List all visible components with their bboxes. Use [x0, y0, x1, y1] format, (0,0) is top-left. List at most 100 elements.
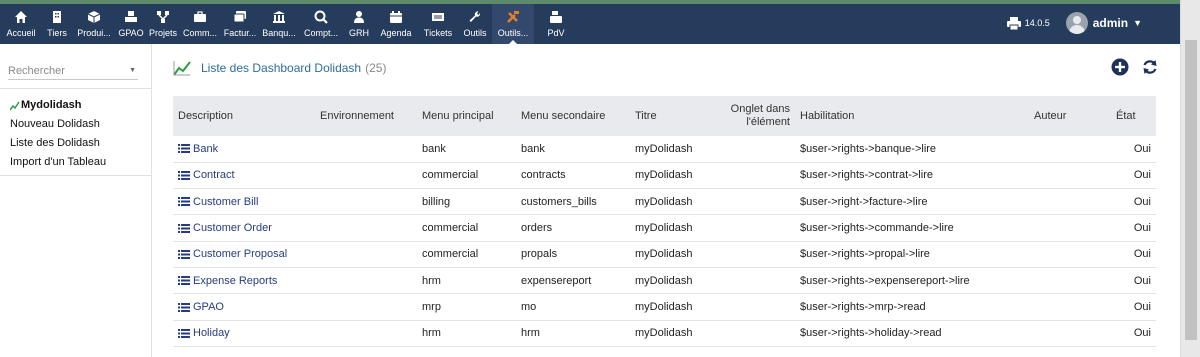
cell-environnement — [315, 294, 417, 320]
cell-auteur — [1029, 215, 1111, 241]
suitcase-icon — [194, 11, 206, 22]
menu-item-7[interactable]: Banqu... — [260, 4, 298, 44]
menu-item-5[interactable]: Comm... — [180, 4, 220, 44]
cell-habilitation: $user->rights->expensereport->lire — [800, 274, 970, 287]
list-icon — [178, 302, 190, 312]
table-row[interactable]: Customer Proposal commercial propals myDoli… — [173, 241, 1156, 268]
cell-onglet — [700, 241, 795, 267]
col-environnement[interactable]: Environnement — [315, 96, 417, 136]
cell-description[interactable]: Customer Proposal — [173, 241, 315, 267]
menu-item-9[interactable]: GRH — [344, 4, 374, 44]
cell-onglet — [700, 162, 795, 188]
cell-menu_principal: bank — [422, 142, 446, 155]
row-description-link[interactable]: Expense Reports — [193, 275, 277, 287]
chevron-down-icon[interactable]: ▼ — [1133, 18, 1142, 28]
menu-item-14[interactable]: PdV — [536, 4, 576, 44]
menu-item-3[interactable]: GPAO — [116, 4, 146, 44]
row-description-link[interactable]: GPAO — [193, 301, 224, 313]
menu-item-6[interactable]: Factur... — [222, 4, 258, 44]
table-row[interactable]: Expense Reports hrm expensereport myDolidas… — [173, 267, 1156, 294]
menu-label: Outils — [463, 28, 487, 38]
search-placeholder: Rechercher — [8, 64, 65, 77]
sidebar-item-liste-dolidash[interactable]: Liste des Dolidash — [10, 134, 106, 153]
scrollbar-thumb[interactable] — [1185, 40, 1197, 340]
print-button[interactable]: 14.0.5 — [1006, 16, 1050, 30]
menu-item-8[interactable]: Compt... — [300, 4, 342, 44]
caret-down-icon: ▼ — [129, 67, 136, 74]
search-select[interactable]: Rechercher ▼ — [8, 62, 138, 80]
menu-item-1[interactable]: Tiers — [42, 4, 72, 44]
table-row[interactable]: Contract commercial contracts myDolidash $us… — [173, 162, 1156, 189]
cell-etat: Oui — [1133, 248, 1151, 261]
cell-etat: Oui — [1133, 169, 1151, 182]
menu-item-11[interactable]: Tickets — [418, 4, 458, 44]
cell-menu_secondaire: mo — [521, 300, 537, 313]
building-icon — [53, 11, 61, 23]
cell-menu_principal: mrp — [422, 300, 441, 313]
col-onglet[interactable]: Onglet dans l'élément — [700, 96, 795, 136]
cash-register-icon — [550, 11, 562, 23]
col-menu-secondaire[interactable]: Menu secondaire — [516, 96, 630, 136]
menu-item-0[interactable]: Accueil — [2, 4, 40, 44]
table-row[interactable]: Bank bank bank myDolidash $user->rights->ban… — [173, 136, 1156, 163]
dashboard-table: Description Environnement Menu principal… — [173, 96, 1156, 347]
col-auteur[interactable]: Auteur — [1029, 96, 1111, 136]
menu-label: Accueil — [6, 28, 36, 38]
cell-description[interactable]: Expense Reports — [173, 267, 315, 293]
table-row[interactable]: GPAO mrp mo myDolidash $user->rights->mrp->r… — [173, 294, 1156, 321]
cell-habilitation: $user->rights->contrat->lire — [800, 169, 933, 182]
col-habilitation[interactable]: Habilitation — [795, 96, 1029, 136]
divider — [0, 88, 152, 89]
cell-onglet — [700, 189, 795, 215]
col-etat[interactable]: État — [1111, 96, 1156, 136]
cell-description[interactable]: Contract — [173, 162, 315, 188]
user-avatar[interactable] — [1065, 12, 1088, 34]
menu-item-10[interactable]: Agenda — [376, 4, 416, 44]
cell-menu_principal: hrm — [422, 274, 441, 287]
cell-environnement — [315, 241, 417, 267]
cell-description[interactable]: Holiday — [173, 320, 315, 346]
refresh-icon[interactable] — [1141, 58, 1159, 76]
cell-description[interactable]: GPAO — [173, 294, 315, 320]
row-description-link[interactable]: Customer Proposal — [193, 248, 287, 260]
page-header: Liste des Dashboard Dolidash (25) — [173, 60, 386, 76]
sidebar-item-nouveau-dolidash[interactable]: Nouveau Dolidash — [10, 115, 106, 134]
row-description-link[interactable]: Customer Bill — [193, 196, 258, 208]
menu-item-13[interactable]: Outils... — [492, 4, 534, 44]
cell-description[interactable]: Customer Bill — [173, 189, 315, 215]
table-row[interactable]: Customer Bill billing customers_bills myDol… — [173, 189, 1156, 215]
row-description-link[interactable]: Contract — [193, 169, 235, 181]
vertical-scrollbar[interactable] — [1180, 0, 1200, 357]
add-circle-icon[interactable] — [1111, 58, 1129, 76]
table-row[interactable]: Holiday hrm hrm myDolidash $user->rights->ho… — [173, 320, 1156, 347]
menu-label: Factur... — [223, 28, 257, 38]
cell-habilitation: $user->rights->propal->lire — [800, 248, 930, 261]
sidebar-title-mydolidash[interactable]: Mydolidash — [10, 96, 106, 115]
col-menu-principal[interactable]: Menu principal — [417, 96, 516, 136]
cell-menu_secondaire: orders — [521, 222, 553, 235]
menu-label: Tiers — [47, 28, 67, 38]
cell-titre: myDolidash — [635, 169, 693, 182]
sidebar-item-import-tableau[interactable]: Import d'un Tableau — [10, 153, 106, 172]
table-row[interactable]: Customer Order commercial orders myDolidash… — [173, 215, 1156, 242]
row-description-link[interactable]: Customer Order — [193, 222, 272, 234]
cell-onglet — [700, 215, 795, 241]
cell-menu_secondaire: bank — [521, 142, 545, 155]
row-description-link[interactable]: Bank — [193, 143, 218, 155]
cell-description[interactable]: Customer Order — [173, 215, 315, 241]
sidebar-title-label: Mydolidash — [21, 99, 82, 111]
username[interactable]: admin — [1093, 16, 1128, 30]
menu-item-2[interactable]: Produi... — [74, 4, 114, 44]
col-description[interactable]: Description — [173, 96, 315, 136]
cell-etat: Oui — [1133, 327, 1151, 340]
row-description-link[interactable]: Holiday — [193, 327, 230, 339]
cell-description[interactable]: Bank — [173, 136, 315, 162]
menu-item-4[interactable]: Projets — [148, 4, 178, 44]
chart-line-icon — [173, 61, 191, 76]
col-titre[interactable]: Titre — [630, 96, 700, 136]
sitemap-icon — [157, 11, 169, 23]
cube-icon — [87, 11, 101, 23]
list-icon — [178, 223, 190, 233]
menu-item-12[interactable]: Outils — [460, 4, 490, 44]
cell-environnement — [315, 162, 417, 188]
